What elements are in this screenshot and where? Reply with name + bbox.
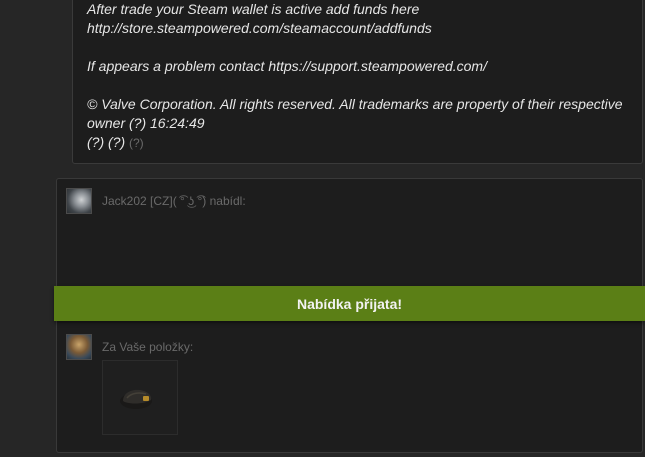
addfunds-link[interactable]: http://store.steampowered.com/steamaccou… bbox=[87, 19, 632, 38]
message-line: After trade your Steam wallet is active … bbox=[87, 1, 420, 17]
your-items-header: Za Vaše položky: bbox=[102, 340, 194, 354]
item-slot[interactable] bbox=[102, 360, 178, 435]
your-avatar[interactable] bbox=[66, 334, 92, 360]
partner-offer-header: Jack202 [CZ]( ͡° ͜ʖ ͡°) nabídl: bbox=[102, 194, 246, 208]
partner-avatar[interactable] bbox=[66, 188, 92, 214]
question-marks: (?) (?) bbox=[87, 134, 126, 150]
message-box: After trade your Steam wallet is active … bbox=[72, 0, 643, 164]
tf2-hat-icon bbox=[120, 389, 152, 409]
question-mark-small: (?) bbox=[129, 136, 144, 150]
offer-accepted-banner: Nabídka přijata! bbox=[54, 286, 645, 321]
banner-text: Nabídka přijata! bbox=[296, 295, 403, 312]
support-line: If appears a problem contact https://sup… bbox=[87, 58, 487, 74]
question-line: (?) (?) (?) bbox=[87, 133, 632, 153]
message-text: After trade your Steam wallet is active … bbox=[87, 0, 632, 153]
owner-time-line: owner (?) 16:24:49 bbox=[87, 115, 205, 131]
copyright-line: © Valve Corporation. All rights reserved… bbox=[87, 96, 623, 112]
